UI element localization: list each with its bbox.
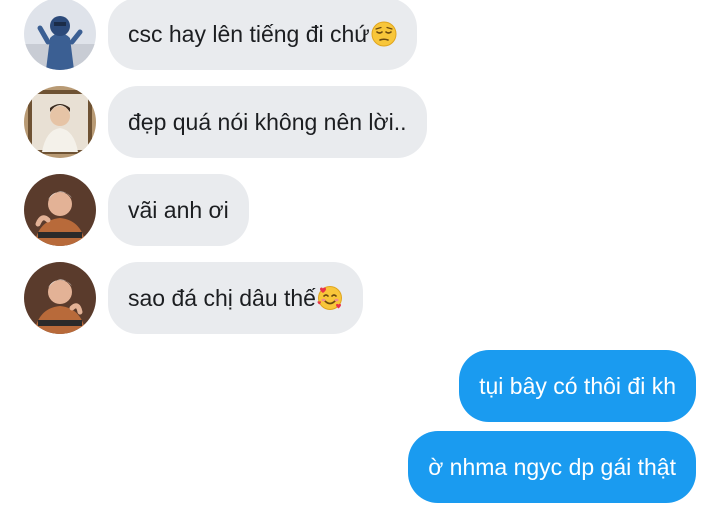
message-bubble[interactable]: đẹp quá nói không nên lời..	[108, 86, 427, 158]
avatar[interactable]	[24, 0, 96, 70]
smiling-face-with-hearts-icon	[317, 285, 343, 311]
message-bubble[interactable]: tụi bây có thôi đi kh	[459, 350, 696, 422]
message-row-outgoing: ờ nhma ngyc dp gái thật	[0, 431, 720, 503]
avatar[interactable]	[24, 262, 96, 334]
message-text: csc hay lên tiếng đi chứ	[128, 20, 370, 47]
message-row-incoming: sao đá chị dâu thế	[0, 262, 720, 334]
message-row-incoming: vãi anh ơi	[0, 174, 720, 246]
avatar[interactable]	[24, 86, 96, 158]
message-bubble[interactable]: ờ nhma ngyc dp gái thật	[408, 431, 696, 503]
message-row-outgoing: tụi bây có thôi đi kh	[0, 350, 720, 422]
message-text: đẹp quá nói không nên lời..	[128, 108, 407, 135]
message-text: tụi bây có thôi đi kh	[479, 372, 676, 399]
avatar[interactable]	[24, 174, 96, 246]
message-text: sao đá chị dâu thế	[128, 284, 316, 311]
pensive-face-icon	[371, 21, 397, 47]
message-row-incoming: đẹp quá nói không nên lời..	[0, 86, 720, 158]
message-row-incoming: csc hay lên tiếng đi chứ	[0, 0, 720, 70]
message-text: ờ nhma ngyc dp gái thật	[428, 453, 676, 480]
message-bubble[interactable]: csc hay lên tiếng đi chứ	[108, 0, 417, 70]
message-bubble[interactable]: sao đá chị dâu thế	[108, 262, 363, 334]
message-text: vãi anh ơi	[128, 196, 229, 223]
message-bubble[interactable]: vãi anh ơi	[108, 174, 249, 246]
